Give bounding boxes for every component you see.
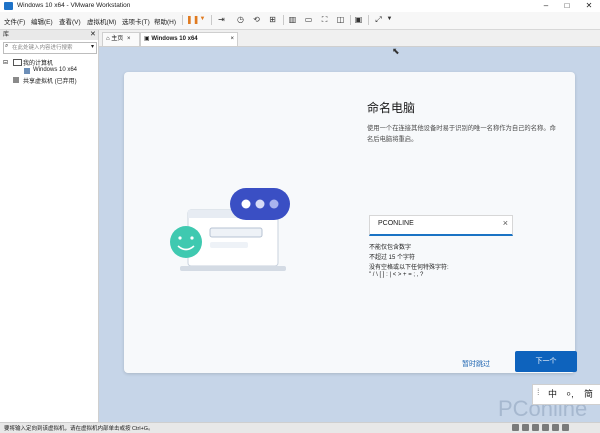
toolbar-divider bbox=[368, 15, 369, 25]
unity-icon[interactable]: ◫ bbox=[335, 14, 346, 25]
display-icon[interactable] bbox=[562, 424, 569, 431]
status-text: 要将输入定向到该虚拟机，请在虚拟机内部单击或按 Ctrl+G。 bbox=[4, 426, 154, 432]
hard-disk-icon[interactable] bbox=[512, 424, 519, 431]
show-library-icon[interactable]: ▥ bbox=[287, 14, 298, 25]
tab-windows-vm[interactable]: ▣ Windows 10 x64 × bbox=[140, 32, 238, 46]
rule-text: " / \ [ ] : | < > + = ; , ? bbox=[369, 272, 424, 278]
ime-punctuation-icon[interactable]: ⸰, bbox=[566, 387, 574, 400]
snapshot-clock-icon[interactable]: ◷ bbox=[235, 14, 246, 25]
status-bar: 要将输入定向到该虚拟机，请在虚拟机内部单击或按 Ctrl+G。 bbox=[0, 422, 600, 433]
dropdown-arrow-icon[interactable]: ▼ bbox=[384, 14, 395, 25]
oobe-setup-card: 命名电脑 使用一个在连接其他设备时易于识别的唯一名称作为自己的名称。命名后电脑将… bbox=[124, 72, 577, 373]
window-title: Windows 10 x64 - VMware Workstation bbox=[17, 2, 131, 9]
close-tab-icon[interactable]: × bbox=[230, 33, 234, 46]
rule-text: 不超过 15 个字符 bbox=[369, 255, 416, 261]
full-screen-icon[interactable]: ⛶ bbox=[319, 14, 330, 25]
network-adapter-icon[interactable] bbox=[532, 424, 539, 431]
toolbar-divider bbox=[283, 15, 284, 25]
page-title: 命名电脑 bbox=[367, 101, 416, 115]
ime-toolbar[interactable]: ⁞ 中 ⸰, 简 bbox=[532, 384, 600, 405]
tree-item-my-computer[interactable]: 我的计算机 bbox=[23, 58, 53, 67]
toolbar-divider bbox=[211, 15, 212, 25]
thumbnail-bar-icon[interactable]: ▭ bbox=[303, 14, 314, 25]
library-search-input[interactable]: ⌕ 在此处键入内容进行搜索 ▾ bbox=[3, 42, 97, 54]
clear-input-icon[interactable]: × bbox=[503, 218, 508, 228]
send-keys-icon[interactable]: ⇥ bbox=[216, 14, 227, 25]
menu-tabs[interactable]: 选项卡(T) bbox=[122, 16, 150, 26]
search-dropdown-icon[interactable]: ▾ bbox=[91, 43, 94, 50]
maximize-button[interactable]: □ bbox=[556, 0, 578, 12]
computer-icon bbox=[13, 59, 22, 66]
sound-card-icon[interactable] bbox=[552, 424, 559, 431]
rule-text: 没有空格或以下任何特殊字符: bbox=[369, 265, 449, 271]
menu-toolbar: 文件(F) 编辑(E) 查看(V) 虚拟机(M) 选项卡(T) 帮助(H) ❚❚… bbox=[0, 12, 600, 30]
skip-for-now-link[interactable]: 暂时跳过 bbox=[462, 359, 490, 369]
expand-collapse-icon[interactable]: ⊟ bbox=[3, 59, 8, 66]
vm-icon bbox=[24, 68, 30, 74]
search-placeholder: 在此处键入内容进行搜索 bbox=[12, 45, 73, 51]
snapshot-manager-icon[interactable]: ⊞ bbox=[267, 14, 278, 25]
menu-file[interactable]: 文件(F) bbox=[4, 16, 25, 26]
ime-handle-icon[interactable]: ⁞ bbox=[537, 387, 540, 397]
stretch-guest-icon[interactable]: ⤢ bbox=[373, 14, 384, 25]
vmware-app-icon bbox=[4, 2, 13, 10]
home-icon: ⌂ bbox=[106, 36, 110, 42]
pc-name-input[interactable]: PCONLINE × bbox=[369, 215, 513, 236]
vm-console[interactable]: ⬉ 命名电脑 使用一个在连接其他设备时易于识别的唯一名称作为自己的名称。命名后电… bbox=[99, 46, 600, 422]
mouse-cursor-icon: ⬉ bbox=[392, 46, 400, 56]
vm-tab-icon: ▣ bbox=[144, 36, 150, 42]
page-description: 使用一个在连接其他设备时易于识别的唯一名称作为自己的名称。命名后电脑将重启。 bbox=[367, 125, 556, 143]
search-icon: ⌕ bbox=[5, 43, 9, 49]
pc-name-value: PCONLINE bbox=[378, 220, 414, 227]
toolbar-divider bbox=[350, 15, 351, 25]
title-bar: Windows 10 x64 - VMware Workstation – □ … bbox=[0, 0, 600, 12]
menu-edit[interactable]: 编辑(E) bbox=[31, 16, 53, 26]
tab-home[interactable]: ⌂ 主页 × bbox=[102, 32, 140, 46]
rule-text: 不能仅包含数字 bbox=[369, 245, 412, 251]
close-button[interactable]: ✕ bbox=[578, 0, 600, 12]
library-sidebar: 库 ✕ ⌕ 在此处键入内容进行搜索 ▾ ⊟ 我的计算机 Windows 10 x… bbox=[0, 30, 99, 422]
menu-help[interactable]: 帮助(H) bbox=[154, 16, 176, 26]
tree-item-windows-vm[interactable]: Windows 10 x64 bbox=[33, 67, 77, 73]
close-tab-icon[interactable]: × bbox=[125, 36, 131, 42]
ime-script[interactable]: 简 bbox=[584, 387, 593, 400]
name-pc-illustration bbox=[170, 188, 290, 271]
ime-mode[interactable]: 中 bbox=[548, 387, 557, 400]
usb-device-icon[interactable] bbox=[542, 424, 549, 431]
tab-vm-label: Windows 10 x64 bbox=[151, 36, 198, 42]
tab-bar: ⌂ 主页 × ▣ Windows 10 x64 × bbox=[99, 30, 600, 47]
menu-view[interactable]: 查看(V) bbox=[59, 16, 81, 26]
shared-vm-icon bbox=[13, 77, 19, 83]
revert-snapshot-icon[interactable]: ⟲ bbox=[251, 14, 262, 25]
dropdown-arrow-icon[interactable]: ▼ bbox=[197, 14, 208, 25]
pause-icon[interactable]: ❚❚ bbox=[186, 14, 199, 25]
menu-vm[interactable]: 虚拟机(M) bbox=[87, 16, 116, 26]
close-library-icon[interactable]: ✕ bbox=[90, 30, 96, 38]
minimize-button[interactable]: – bbox=[535, 0, 557, 12]
toolbar-divider bbox=[182, 15, 183, 25]
tab-home-label: 主页 bbox=[111, 36, 124, 42]
tree-item-shared-vms[interactable]: 共享虚拟机 (已弃用) bbox=[23, 76, 77, 85]
next-button[interactable]: 下一个 bbox=[515, 351, 577, 372]
console-icon[interactable]: ▣ bbox=[353, 14, 364, 25]
cd-drive-icon[interactable] bbox=[522, 424, 529, 431]
library-header: 库 bbox=[0, 30, 98, 40]
